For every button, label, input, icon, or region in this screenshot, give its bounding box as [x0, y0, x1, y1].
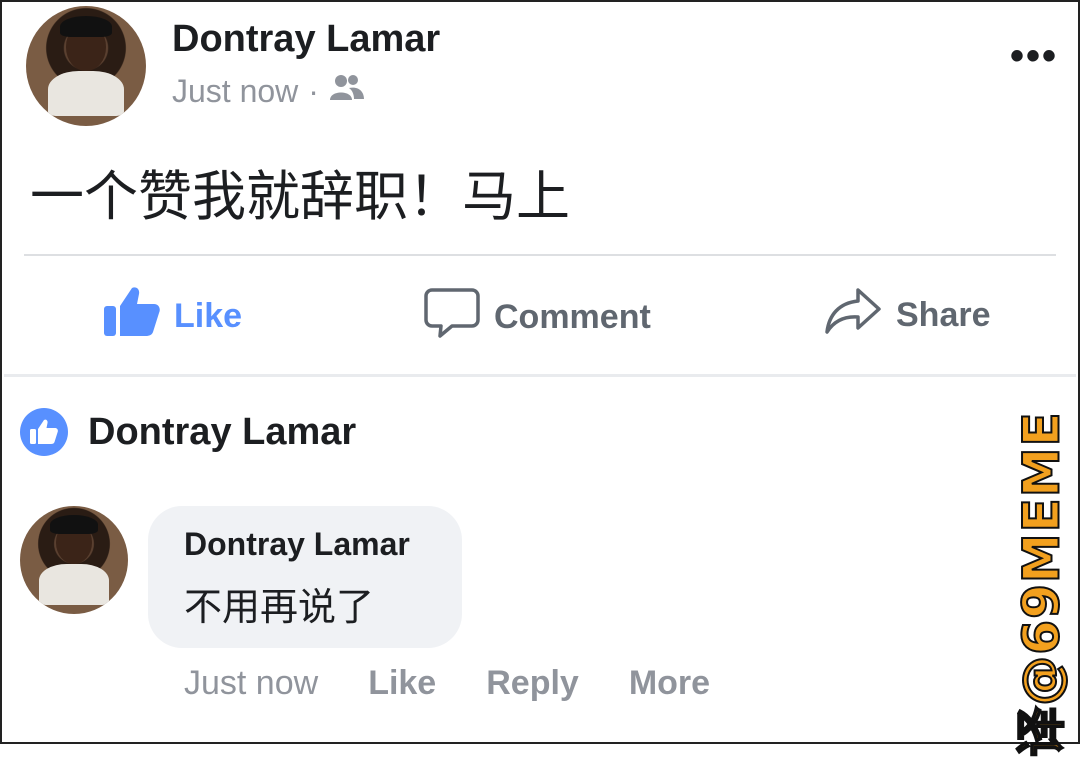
divider: [24, 254, 1056, 256]
comment-label: Comment: [494, 298, 651, 336]
comment-bubble-icon: [424, 286, 480, 349]
watermark-text: 译@69MEME: [1012, 410, 1072, 757]
share-arrow-icon: [824, 286, 882, 345]
watermark: 译@69MEME: [1010, 410, 1072, 757]
share-label: Share: [896, 296, 991, 334]
like-badge-icon: [20, 408, 68, 456]
comment-bubble: Dontray Lamar 不用再说了: [148, 506, 462, 648]
author-avatar[interactable]: [26, 6, 146, 126]
commenter-avatar[interactable]: [20, 506, 128, 614]
liker-name[interactable]: Dontray Lamar: [88, 411, 356, 454]
comment-actions: Just now Like Reply More: [184, 664, 710, 703]
like-label: Like: [174, 297, 243, 335]
more-dots-icon[interactable]: •••: [1010, 34, 1058, 79]
comment-button[interactable]: Comment: [424, 286, 651, 349]
share-button[interactable]: Share: [824, 286, 991, 345]
section-separator: [4, 374, 1076, 377]
post-timestamp[interactable]: Just now: [172, 73, 298, 110]
comment-like-link[interactable]: Like: [368, 664, 436, 703]
post-text: 一个赞我就辞职！马上: [30, 165, 570, 228]
friends-icon[interactable]: [329, 72, 365, 110]
comment-author-name[interactable]: Dontray Lamar: [184, 526, 410, 563]
post-meta: Just now ·: [172, 72, 365, 110]
comment-timestamp[interactable]: Just now: [184, 664, 318, 703]
comment-more-link[interactable]: More: [629, 664, 710, 703]
like-button[interactable]: Like: [104, 286, 242, 347]
thumbs-up-icon: [104, 286, 160, 347]
likes-row[interactable]: Dontray Lamar: [20, 408, 356, 456]
comment-reply-link[interactable]: Reply: [486, 664, 579, 703]
meta-separator: ·: [308, 72, 319, 109]
comment-text: 不用再说了: [184, 585, 375, 629]
post-author-name[interactable]: Dontray Lamar: [172, 18, 440, 61]
